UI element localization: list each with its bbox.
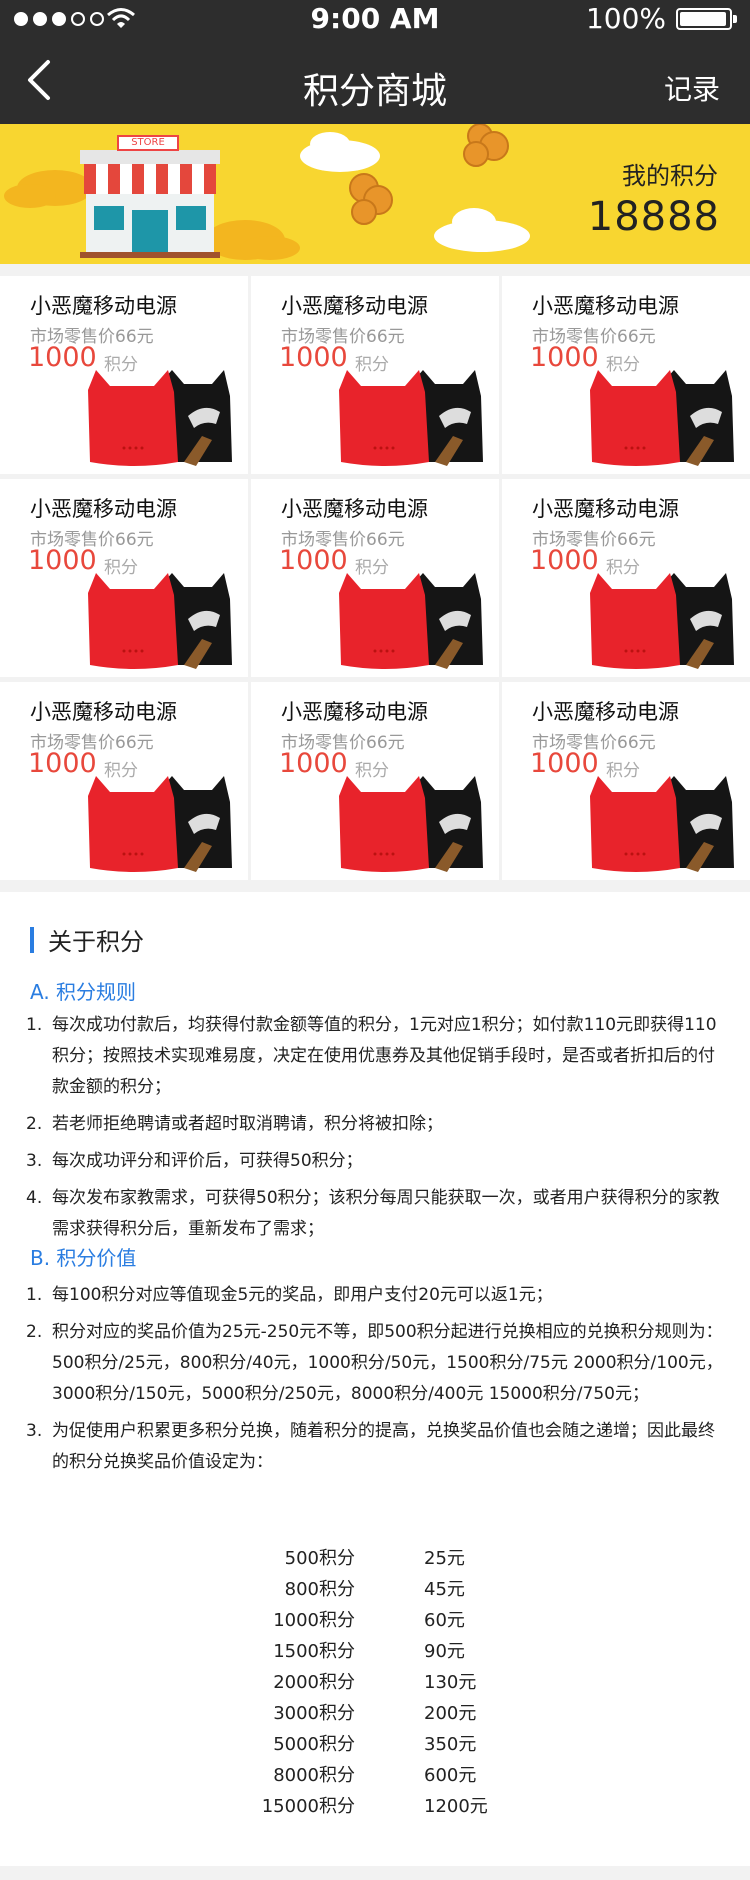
status-bar: 9:00 AM 100% [0,0,750,38]
table-value: 130元 [424,1672,477,1693]
navigation-bar: 积分商城 记录 [0,38,750,124]
list-item: 1. 每次成功付款后，均获得付款金额等值的积分，1元对应1积分；如付款110元即获… [26,1015,717,1097]
product-title: 小恶魔移动电源 [532,700,679,724]
product-title: 小恶魔移动电源 [281,294,428,318]
table-value: 25元 [424,1548,465,1569]
power-bank-image [339,776,483,872]
power-bank-image [590,573,734,669]
power-bank-image [88,573,232,669]
list-item: 3. 每次成功评分和评价后，可获得50积分； [26,1151,363,1171]
list-item: 3. 为促使用户积累更多积分兑换，随着积分的提高，兑换奖品价值也会随之递增；因此最… [26,1421,715,1472]
value-section-title: B. 积分价值 [30,1246,137,1270]
table-value: 1200元 [424,1796,488,1817]
product-title: 小恶魔移动电源 [532,497,679,521]
about-title: 关于积分 [48,928,144,956]
points-banner: STORE 我的积分 18888 [0,124,750,264]
battery-percentage: 100% [585,2,666,35]
product-title: 小恶魔移动电源 [281,497,428,521]
product-grid: 小恶魔移动电源 市场零售价66元 1000 积分 小恶魔移动电源 市场零售价66… [0,276,750,880]
list-item: 1. 每100积分对应等值现金5元的奖品，即用户支付20元可以返1元； [26,1285,553,1305]
product-title: 小恶魔移动电源 [30,497,177,521]
value-list: 1. 每100积分对应等值现金5元的奖品，即用户支付20元可以返1元； 2. 积分对… [26,1280,726,1484]
bottom-spacer [0,1866,750,1880]
table-row: 15000积分 1200元 [0,1792,750,1822]
product-card[interactable]: 小恶魔移动电源 市场零售价66元 1000 积分 [502,682,750,880]
record-link[interactable]: 记录 [664,68,720,108]
product-title: 小恶魔移动电源 [30,294,177,318]
table-points: 2000积分 [273,1672,355,1693]
table-row: 2000积分 130元 [0,1668,750,1698]
power-bank-image [339,573,483,669]
table-points: 800积分 [284,1579,355,1600]
table-points: 1500积分 [273,1641,355,1662]
table-row: 1000积分 60元 [0,1606,750,1636]
table-points: 5000积分 [273,1734,355,1755]
power-bank-image [590,370,734,466]
about-header: 关于积分 [30,922,144,957]
power-bank-image [88,370,232,466]
table-points: 15000积分 [261,1796,355,1817]
product-card[interactable]: 小恶魔移动电源 市场零售价66元 1000 积分 [0,682,248,880]
product-card[interactable]: 小恶魔移动电源 市场零售价66元 1000 积分 [0,479,248,677]
table-value: 45元 [424,1579,465,1600]
product-card[interactable]: 小恶魔移动电源 市场零售价66元 1000 积分 [251,276,499,474]
power-bank-image [88,776,232,872]
table-value: 600元 [424,1765,477,1786]
table-row: 8000积分 600元 [0,1761,750,1791]
rules-section-title: A. 积分规则 [30,980,137,1004]
list-item: 2. 若老师拒绝聘请或者超时取消聘请，积分将被扣除； [26,1114,443,1134]
list-item: 2. 积分对应的奖品价值为25元-250元不等，即500积分起进行兑换相应的兑换积… [26,1322,723,1404]
table-points: 1000积分 [273,1610,355,1631]
store-sign-text: STORE [131,137,165,148]
product-card[interactable]: 小恶魔移动电源 市场零售价66元 1000 积分 [502,479,750,677]
table-value: 200元 [424,1703,477,1724]
table-value: 350元 [424,1734,477,1755]
power-bank-image [339,370,483,466]
table-value: 60元 [424,1610,465,1631]
table-row: 1500积分 90元 [0,1637,750,1667]
battery-icon [676,8,737,30]
my-points-value: 18888 [587,194,720,240]
product-card[interactable]: 小恶魔移动电源 市场零售价66元 1000 积分 [502,276,750,474]
table-row: 3000积分 200元 [0,1699,750,1729]
my-points-label: 我的积分 [622,162,718,190]
page-title: 积分商城 [302,71,447,112]
table-value: 90元 [424,1641,465,1662]
table-row: 5000积分 350元 [0,1730,750,1760]
product-card[interactable]: 小恶魔移动电源 市场零售价66元 1000 积分 [251,682,499,880]
power-bank-image [590,776,734,872]
rules-list: 1. 每次成功付款后，均获得付款金额等值的积分，1元对应1积分；如付款110元即获… [26,1010,726,1251]
product-card[interactable]: 小恶魔移动电源 市场零售价66元 1000 积分 [0,276,248,474]
about-points-section: 关于积分 A. 积分规则 1. 每次成功付款后，均获得付款金额等值的积分，1元对应… [0,892,750,1866]
product-title: 小恶魔移动电源 [30,700,177,724]
table-points: 8000积分 [273,1765,355,1786]
product-title: 小恶魔移动电源 [532,294,679,318]
list-item: 4. 每次发布家教需求，可获得50积分；该积分每周只能获取一次，或者用户获得积分的… [26,1188,720,1239]
table-points: 3000积分 [273,1703,355,1724]
table-row: 500积分 25元 [0,1544,750,1574]
table-row: 800积分 45元 [0,1575,750,1605]
product-card[interactable]: 小恶魔移动电源 市场零售价66元 1000 积分 [251,479,499,677]
section-accent-bar [30,926,34,953]
product-title: 小恶魔移动电源 [281,700,428,724]
table-points: 500积分 [284,1548,355,1569]
